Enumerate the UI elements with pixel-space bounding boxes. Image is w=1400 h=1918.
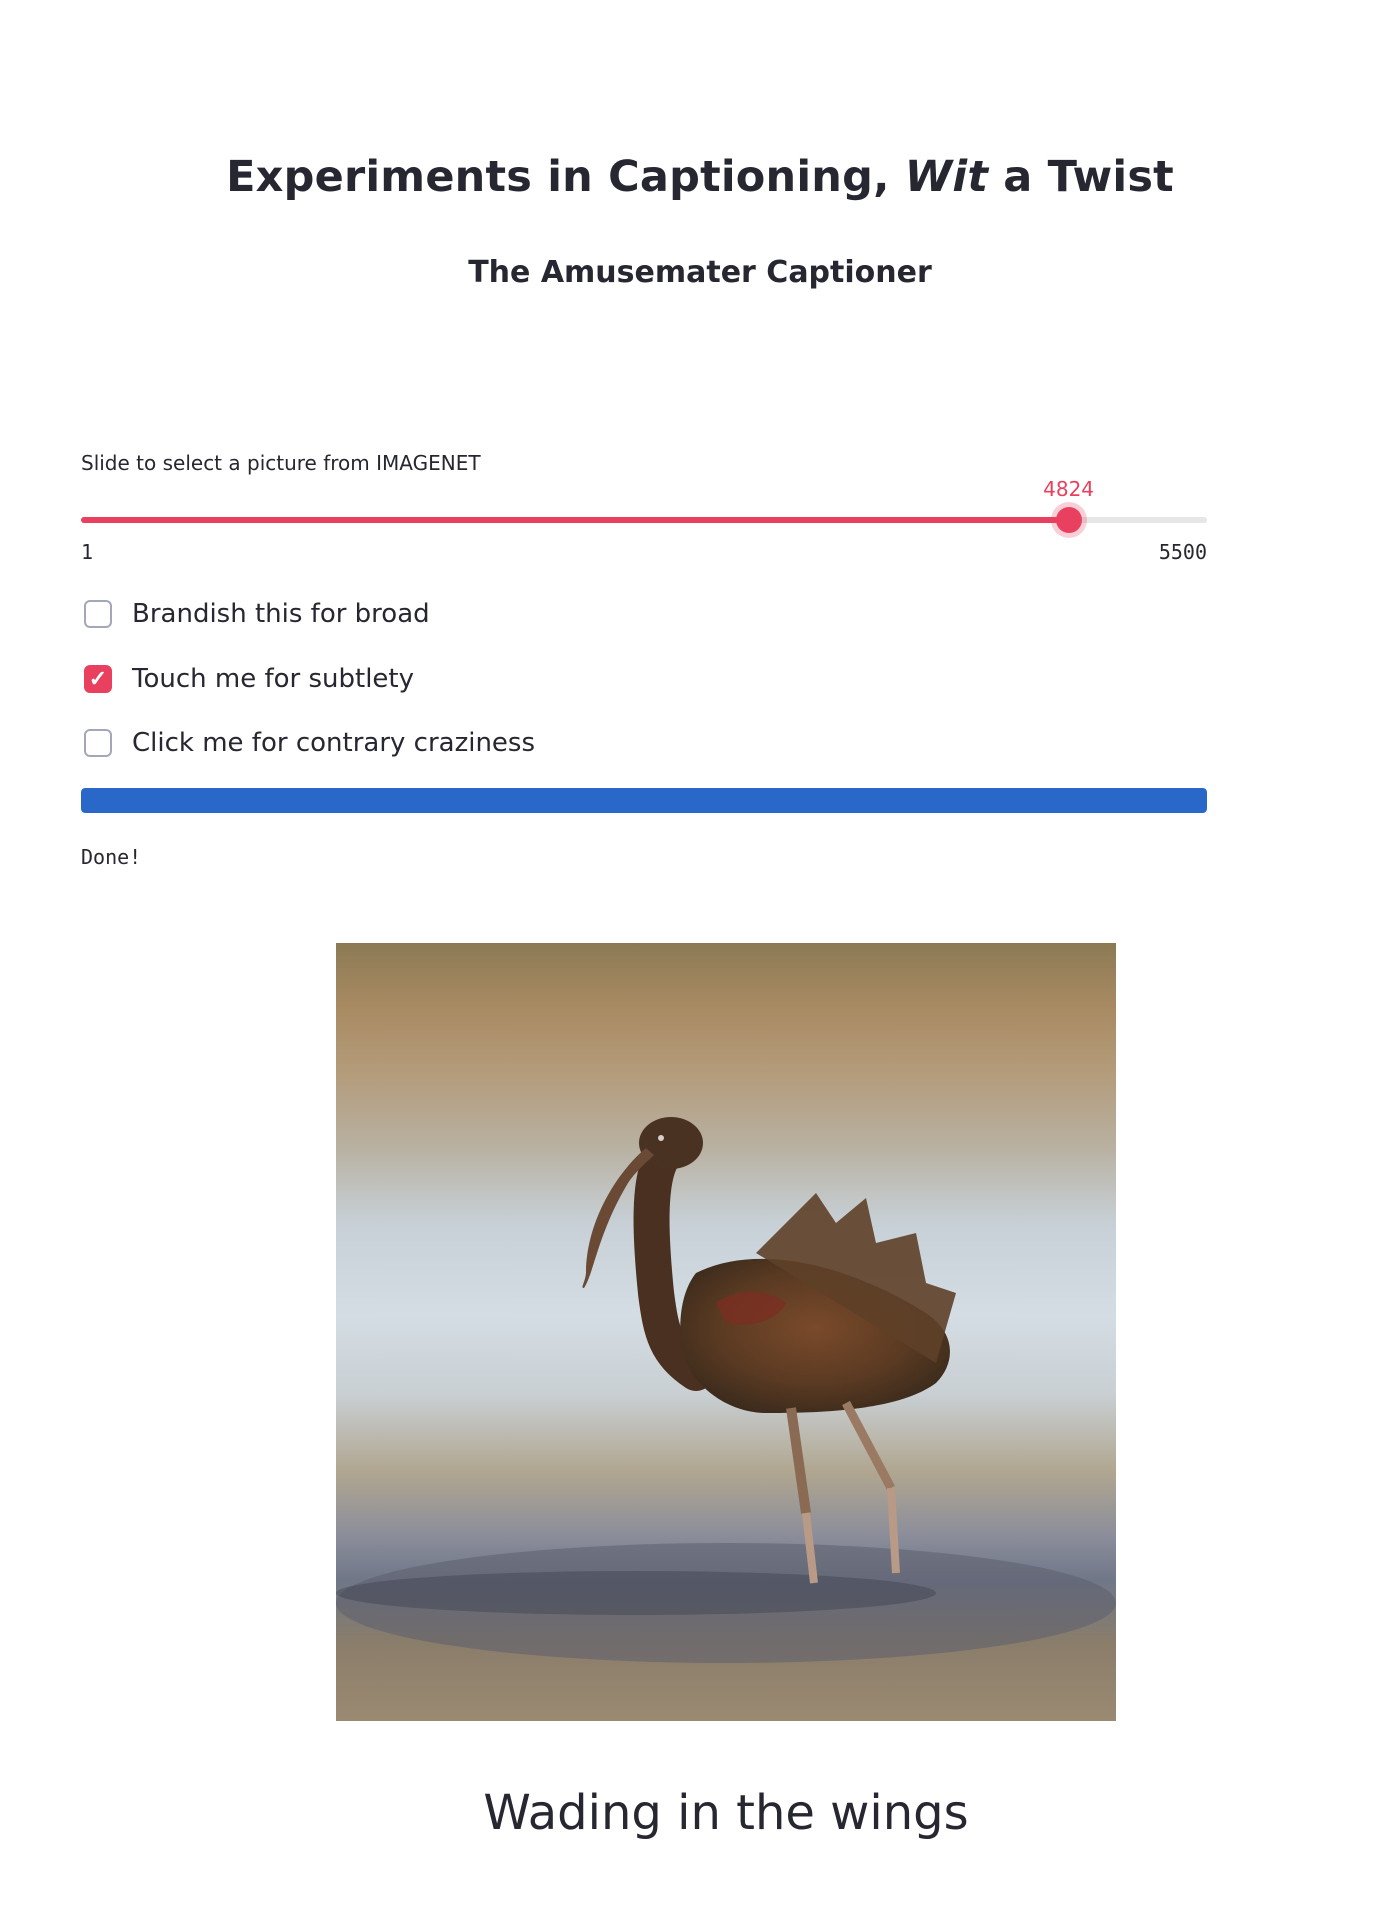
page-title: Experiments in Captioning, Wit a Twist — [0, 152, 1400, 202]
checkbox-broad[interactable]: Brandish this for broad — [84, 597, 430, 631]
checkbox-craziness[interactable]: Click me for contrary craziness — [84, 726, 535, 760]
page-subtitle: The Amusemater Captioner — [468, 255, 932, 290]
slider-value-label: 4824 — [1043, 477, 1095, 501]
checkbox-label: Brandish this for broad — [132, 599, 430, 629]
checkbox-box[interactable] — [84, 729, 112, 757]
progress-bar — [81, 788, 1207, 813]
checkbox-box[interactable] — [84, 600, 112, 628]
slider-label: Slide to select a picture from IMAGENET — [81, 451, 481, 475]
slider-fill — [81, 517, 1069, 523]
checkbox-label: Touch me for subtlety — [132, 664, 415, 694]
check-icon: ✓ — [88, 666, 108, 691]
title-prefix: Experiments in Captioning, — [226, 152, 905, 202]
title-suffix: a Twist — [988, 152, 1174, 202]
checkbox-label: Click me for contrary craziness — [132, 728, 536, 758]
checkbox-box[interactable]: ✓ — [84, 665, 112, 693]
progress-fill — [81, 788, 1207, 813]
slider-thumb[interactable] — [1055, 507, 1082, 533]
bird-photo — [336, 943, 1116, 1721]
status-text: Done! — [81, 845, 142, 869]
checkbox-subtlety[interactable]: ✓ Touch me for subtlety — [84, 662, 414, 696]
image-index-slider[interactable] — [81, 505, 1207, 535]
ibis-illustration — [336, 1117, 1116, 1663]
slider-min-label: 1 — [81, 540, 94, 564]
image-caption: Wading in the wings — [483, 1785, 969, 1841]
slider-max-label: 5500 — [1158, 540, 1207, 564]
title-emphasis: Wit — [904, 152, 989, 202]
